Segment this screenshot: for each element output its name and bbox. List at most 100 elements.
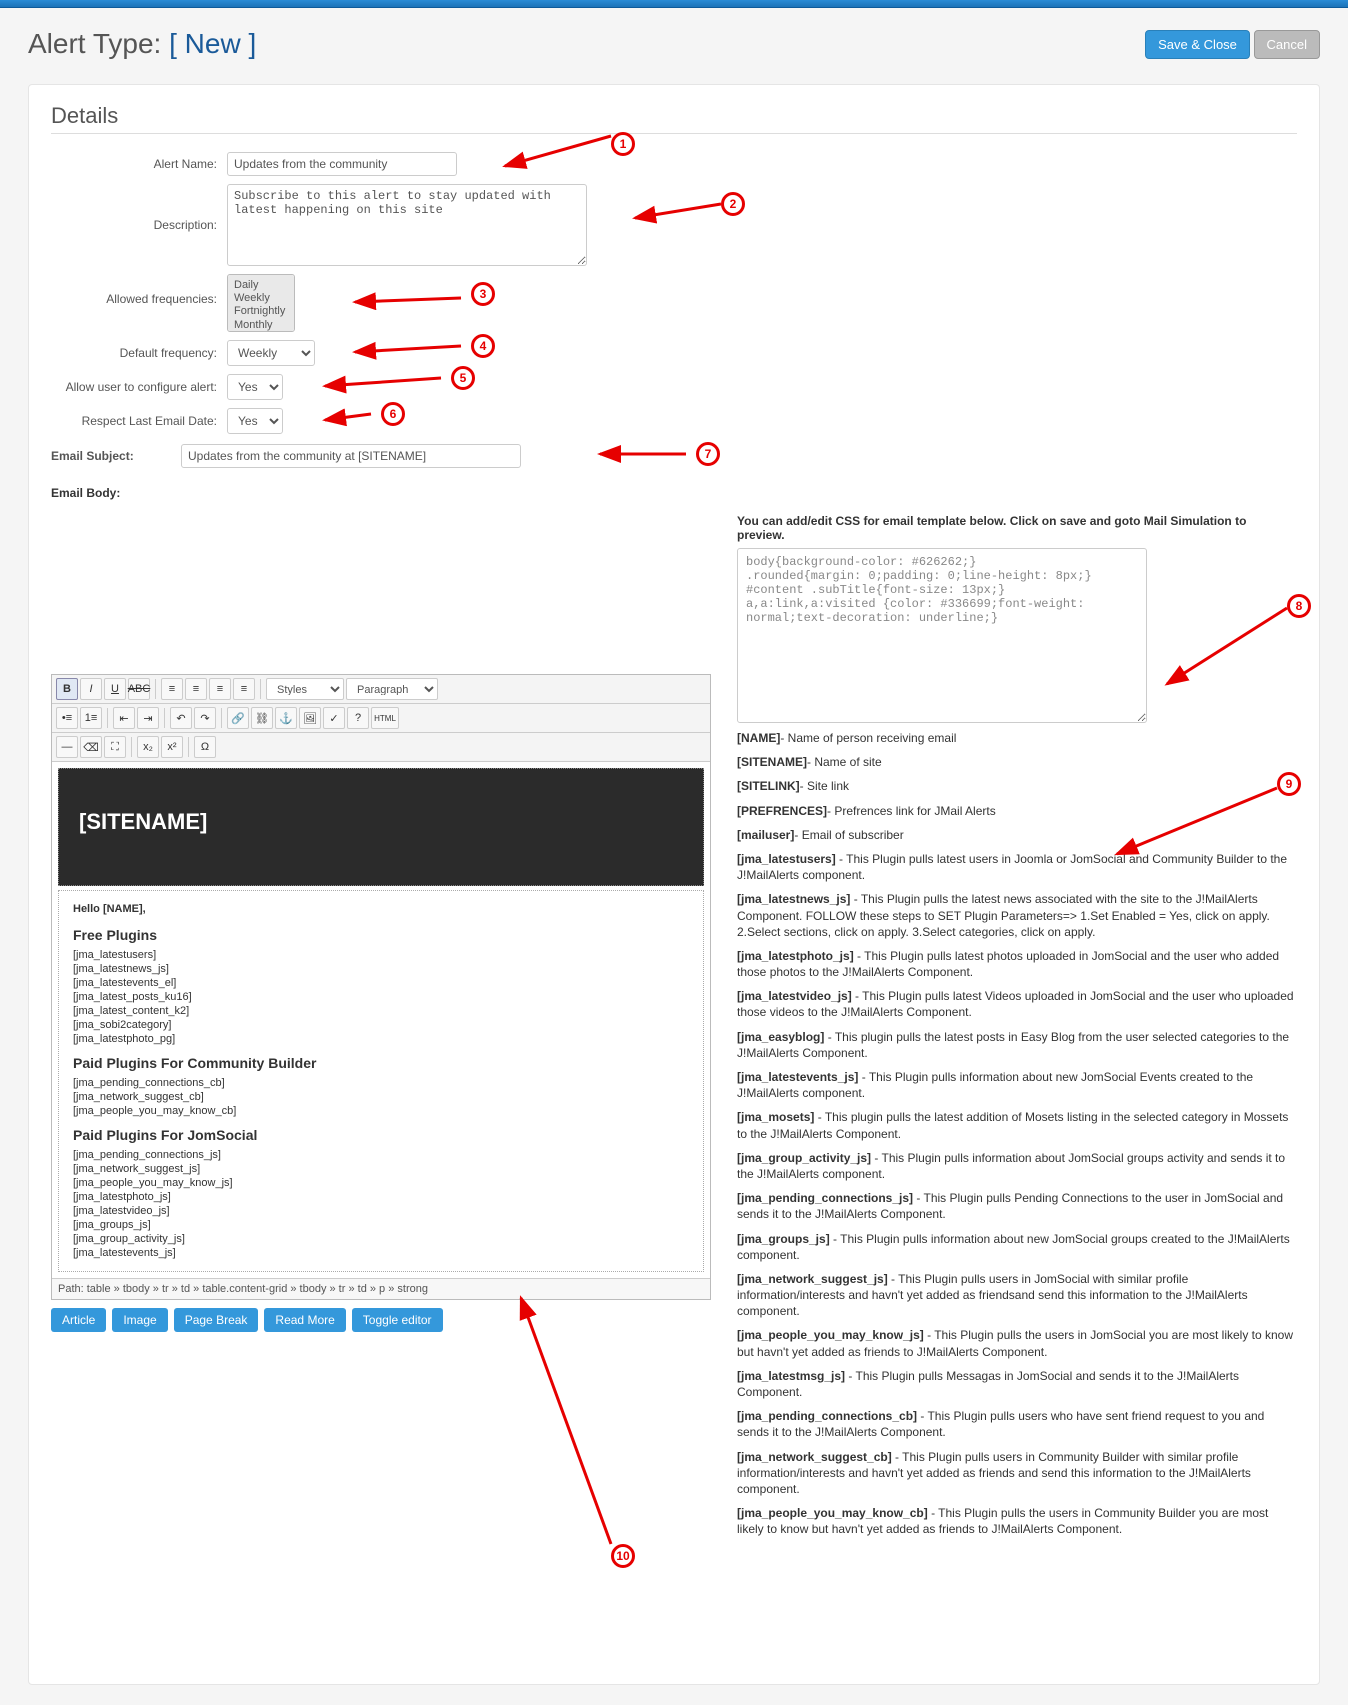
wysiwyg-editor: B I U ABC ≡ ≡ ≡ ≡ Styles Paragraph bbox=[51, 674, 711, 1300]
underline-button[interactable]: U bbox=[104, 678, 126, 700]
alert-name-input[interactable] bbox=[227, 152, 457, 176]
annotation-4: 4 bbox=[471, 334, 495, 358]
editor-toolbar-1: B I U ABC ≡ ≡ ≡ ≡ Styles Paragraph bbox=[52, 675, 710, 704]
title-new: [ New ] bbox=[169, 28, 256, 59]
annotation-7: 7 bbox=[696, 442, 720, 466]
plugin-tag: [jma_network_suggest_js] bbox=[73, 1163, 689, 1175]
save-close-button[interactable]: Save & Close bbox=[1145, 30, 1250, 59]
editor-path: Path: table » tbody » tr » td » table.co… bbox=[52, 1278, 710, 1299]
plugin-doc: [jma_latestmsg_js] - This Plugin pulls M… bbox=[737, 1368, 1297, 1400]
plugin-tag: [jma_people_you_may_know_cb] bbox=[73, 1105, 689, 1117]
article-button[interactable]: Article bbox=[51, 1308, 106, 1332]
editor-content[interactable]: [SITENAME] Hello [NAME], Free Plugins [j… bbox=[52, 762, 710, 1278]
paid-js-title: Paid Plugins For JomSocial bbox=[73, 1127, 689, 1143]
anchor-button[interactable]: ⚓ bbox=[275, 707, 297, 729]
plugin-tag: [jma_pending_connections_js] bbox=[73, 1149, 689, 1161]
strike-button[interactable]: ABC bbox=[128, 678, 150, 700]
editor-toolbar-2: •≡ 1≡ ⇤ ⇥ ↶ ↷ 🔗 ⛓ ⚓ 🖼 ✓ ? bbox=[52, 704, 710, 733]
freq-option[interactable]: Weekly bbox=[234, 292, 288, 305]
plugin-tag: [jma_people_you_may_know_js] bbox=[73, 1177, 689, 1189]
subscript-button[interactable]: x₂ bbox=[137, 736, 159, 758]
paragraph-select[interactable]: Paragraph bbox=[346, 678, 438, 700]
plugin-tag: [jma_groups_js] bbox=[73, 1219, 689, 1231]
plugin-tag: [jma_network_suggest_cb] bbox=[73, 1091, 689, 1103]
label-description: Description: bbox=[51, 184, 227, 232]
label-allow-user: Allow user to configure alert: bbox=[51, 380, 227, 394]
redo-button[interactable]: ↷ bbox=[194, 707, 216, 729]
undo-button[interactable]: ↶ bbox=[170, 707, 192, 729]
html-button[interactable]: HTML bbox=[371, 707, 399, 729]
plugin-doc: [jma_pending_connections_cb] - This Plug… bbox=[737, 1408, 1297, 1440]
freq-option[interactable]: Daily bbox=[234, 279, 288, 292]
editor-toolbar-3: — ⌫ ⛶ x₂ x² Ω bbox=[52, 733, 710, 762]
plugin-tag: [jma_latestnews_js] bbox=[73, 963, 689, 975]
freq-option[interactable]: Monthly bbox=[234, 319, 288, 332]
hr-button[interactable]: — bbox=[56, 736, 78, 758]
cancel-button[interactable]: Cancel bbox=[1254, 30, 1320, 59]
email-subject-input[interactable] bbox=[181, 444, 521, 468]
label-email-subject: Email Subject: bbox=[51, 449, 181, 463]
description-textarea[interactable]: Subscribe to this alert to stay updated … bbox=[227, 184, 587, 266]
fullscreen-button[interactable]: ⛶ bbox=[104, 736, 126, 758]
default-frequency-select[interactable]: Weekly bbox=[227, 340, 315, 366]
ol-button[interactable]: 1≡ bbox=[80, 707, 102, 729]
help-button[interactable]: ? bbox=[347, 707, 369, 729]
plugin-tag: [jma_latestusers] bbox=[73, 949, 689, 961]
annotation-3: 3 bbox=[471, 282, 495, 306]
plugin-tag: [jma_latestevents_js] bbox=[73, 1247, 689, 1259]
italic-button[interactable]: I bbox=[80, 678, 102, 700]
allow-user-configure-select[interactable]: Yes bbox=[227, 374, 283, 400]
plugin-tag: [jma_sobi2category] bbox=[73, 1019, 689, 1031]
plugin-doc: [jma_groups_js] - This Plugin pulls info… bbox=[737, 1231, 1297, 1263]
pagebreak-button[interactable]: Page Break bbox=[174, 1308, 259, 1332]
site-banner: [SITENAME] bbox=[58, 768, 704, 886]
ul-button[interactable]: •≡ bbox=[56, 707, 78, 729]
annotation-1: 1 bbox=[611, 132, 635, 156]
unlink-button[interactable]: ⛓ bbox=[251, 707, 273, 729]
plugin-tag: [jma_latestphoto_js] bbox=[73, 1191, 689, 1203]
plugin-doc: [jma_network_suggest_js] - This Plugin p… bbox=[737, 1271, 1297, 1320]
image-button[interactable]: 🖼 bbox=[299, 707, 321, 729]
plugin-doc: [jma_latestevents_js] - This Plugin pull… bbox=[737, 1069, 1297, 1101]
outdent-button[interactable]: ⇤ bbox=[113, 707, 135, 729]
annotation-2: 2 bbox=[721, 192, 745, 216]
css-textarea[interactable]: body{background-color: #626262;} .rounde… bbox=[737, 548, 1147, 723]
charmap-button[interactable]: Ω bbox=[194, 736, 216, 758]
align-right-button[interactable]: ≡ bbox=[209, 678, 231, 700]
superscript-button[interactable]: x² bbox=[161, 736, 183, 758]
link-button[interactable]: 🔗 bbox=[227, 707, 249, 729]
styles-select[interactable]: Styles bbox=[266, 678, 344, 700]
variable-doc: [SITELINK]- Site link bbox=[737, 778, 1297, 794]
readmore-button[interactable]: Read More bbox=[264, 1308, 345, 1332]
label-default-freq: Default frequency: bbox=[51, 346, 227, 360]
label-email-body: Email Body: bbox=[51, 486, 1297, 500]
freq-option[interactable]: Fortnightly bbox=[234, 305, 288, 318]
variable-doc: [SITENAME]- Name of site bbox=[737, 754, 1297, 770]
align-center-button[interactable]: ≡ bbox=[185, 678, 207, 700]
align-left-button[interactable]: ≡ bbox=[161, 678, 183, 700]
plugin-doc: [jma_people_you_may_know_js] - This Plug… bbox=[737, 1327, 1297, 1359]
plugin-doc: [jma_people_you_may_know_cb] - This Plug… bbox=[737, 1505, 1297, 1537]
plugin-doc: [jma_network_suggest_cb] - This Plugin p… bbox=[737, 1449, 1297, 1498]
label-allowed-freq: Allowed frequencies: bbox=[51, 274, 227, 306]
respect-last-email-select[interactable]: Yes bbox=[227, 408, 283, 434]
plugin-tag: [jma_latest_posts_ku16] bbox=[73, 991, 689, 1003]
toggle-editor-button[interactable]: Toggle editor bbox=[352, 1308, 443, 1332]
remove-format-button[interactable]: ⌫ bbox=[80, 736, 102, 758]
annotation-8: 8 bbox=[1287, 594, 1311, 618]
allowed-frequencies-select[interactable]: DailyWeeklyFortnightlyMonthly bbox=[227, 274, 295, 332]
plugin-doc: [jma_latestusers] - This Plugin pulls la… bbox=[737, 851, 1297, 883]
image-btn[interactable]: Image bbox=[112, 1308, 167, 1332]
plugin-doc: [jma_latestnews_js] - This Plugin pulls … bbox=[737, 891, 1297, 940]
indent-button[interactable]: ⇥ bbox=[137, 707, 159, 729]
align-justify-button[interactable]: ≡ bbox=[233, 678, 255, 700]
cleanup-button[interactable]: ✓ bbox=[323, 707, 345, 729]
bold-button[interactable]: B bbox=[56, 678, 78, 700]
title-prefix: Alert Type: bbox=[28, 28, 169, 59]
plugin-tag: [jma_latestevents_el] bbox=[73, 977, 689, 989]
plugin-doc: [jma_group_activity_js] - This Plugin pu… bbox=[737, 1150, 1297, 1182]
paid-cb-title: Paid Plugins For Community Builder bbox=[73, 1055, 689, 1071]
plugin-doc: [jma_mosets] - This plugin pulls the lat… bbox=[737, 1109, 1297, 1141]
annotation-6: 6 bbox=[381, 402, 405, 426]
top-bar bbox=[0, 0, 1348, 8]
